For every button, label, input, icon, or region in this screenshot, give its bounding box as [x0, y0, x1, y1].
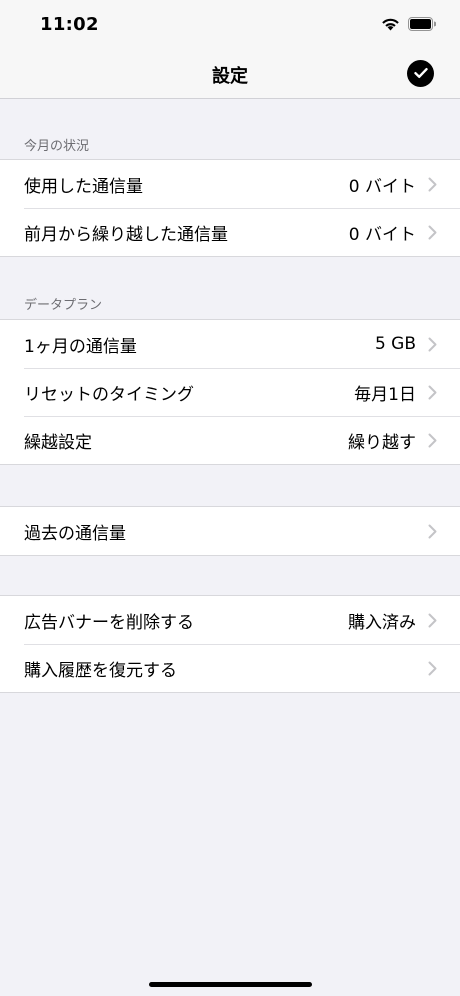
- chevron-right-icon: [428, 433, 437, 448]
- wifi-icon: [381, 16, 400, 35]
- home-indicator[interactable]: [149, 982, 312, 987]
- chevron-right-icon: [428, 225, 437, 240]
- chevron-right-icon: [428, 524, 437, 539]
- row-label: リセットのタイミング: [24, 384, 194, 405]
- section-header-data-plan: データプラン: [24, 298, 103, 313]
- section-header-this-month: 今月の状況: [24, 139, 90, 154]
- row-label: 1ヶ月の通信量: [24, 336, 137, 357]
- row-used-data[interactable]: 使用した通信量 0 バイト: [0, 160, 460, 208]
- checkmark-icon: [413, 64, 428, 83]
- group-this-month: 使用した通信量 0 バイト 前月から繰り越した通信量 0 バイト: [0, 159, 460, 257]
- group-history: 過去の通信量: [0, 506, 460, 556]
- group-data-plan: 1ヶ月の通信量 5 GB リセットのタイミング 毎月1日 繰越設定 繰り越す: [0, 319, 460, 465]
- row-carried-over-data[interactable]: 前月から繰り越した通信量 0 バイト: [0, 208, 460, 256]
- row-value: 毎月1日: [354, 384, 416, 405]
- row-label: 広告バナーを削除する: [24, 612, 194, 633]
- chevron-right-icon: [428, 613, 437, 628]
- battery-icon: [408, 16, 437, 35]
- row-label: 繰越設定: [24, 432, 92, 453]
- chevron-right-icon: [428, 385, 437, 400]
- row-restore-purchases[interactable]: 購入履歴を復元する: [0, 644, 460, 692]
- status-bar: 11:02: [0, 0, 460, 50]
- row-label: 購入履歴を復元する: [24, 660, 177, 681]
- row-label: 過去の通信量: [24, 523, 126, 544]
- page-title: 設定: [212, 66, 248, 87]
- chevron-right-icon: [428, 177, 437, 192]
- row-monthly-data[interactable]: 1ヶ月の通信量 5 GB: [0, 320, 460, 368]
- row-label: 使用した通信量: [24, 176, 143, 197]
- row-value: 0 バイト: [348, 176, 416, 197]
- status-time: 11:02: [40, 14, 99, 35]
- chevron-right-icon: [428, 337, 437, 352]
- row-remove-ads[interactable]: 広告バナーを削除する 購入済み: [0, 596, 460, 644]
- row-reset-timing[interactable]: リセットのタイミング 毎月1日: [0, 368, 460, 416]
- group-purchase: 広告バナーを削除する 購入済み 購入履歴を復元する: [0, 595, 460, 693]
- row-value: 5 GB: [374, 334, 416, 354]
- row-label: 前月から繰り越した通信量: [24, 224, 228, 245]
- navigation-bar: 設定: [0, 50, 460, 99]
- row-value: 0 バイト: [348, 224, 416, 245]
- row-past-usage[interactable]: 過去の通信量: [0, 507, 460, 555]
- row-carryover-setting[interactable]: 繰越設定 繰り越す: [0, 416, 460, 464]
- row-value: 購入済み: [348, 612, 416, 633]
- status-icons: [381, 16, 437, 35]
- done-button[interactable]: [407, 60, 434, 87]
- row-value: 繰り越す: [348, 432, 416, 453]
- chevron-right-icon: [428, 661, 437, 676]
